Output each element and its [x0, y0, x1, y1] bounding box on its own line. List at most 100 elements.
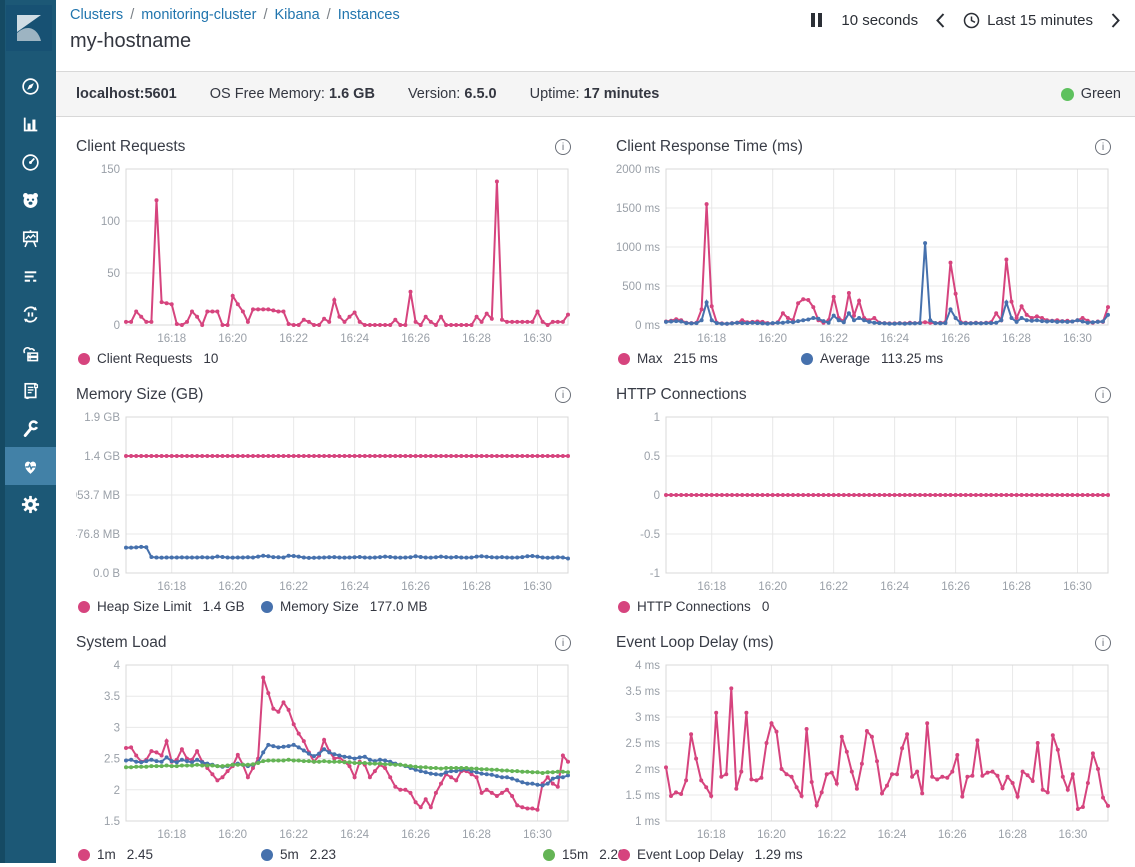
data-point	[221, 323, 225, 327]
sidebar-item-canvas[interactable]	[5, 219, 56, 257]
legend-item[interactable]: Memory Size177.0 MB	[261, 599, 428, 614]
data-point	[910, 775, 914, 779]
data-point	[414, 320, 418, 324]
data-point	[414, 800, 418, 804]
data-point	[144, 320, 148, 324]
data-point	[734, 787, 738, 791]
data-point	[292, 759, 296, 763]
info-icon[interactable]: i	[555, 635, 571, 651]
data-point	[312, 754, 316, 758]
data-point	[144, 765, 148, 769]
breadcrumb-instances[interactable]: Instances	[338, 7, 400, 23]
sidebar-item-visualize[interactable]	[5, 105, 56, 143]
data-point	[1025, 318, 1029, 322]
legend-item[interactable]: Heap Size Limit1.4 GB	[78, 599, 245, 614]
sidebar-item-discover[interactable]	[5, 67, 56, 105]
sidebar-item-dashboard[interactable]	[5, 143, 56, 181]
sidebar-item-infrastructure[interactable]	[5, 333, 56, 371]
sidebar-item-machine-learning[interactable]	[5, 181, 56, 219]
sidebar-item-dev-tools-logs[interactable]	[5, 371, 56, 409]
info-icon[interactable]: i	[1095, 139, 1111, 155]
legend-item[interactable]: 15m2.28	[543, 847, 626, 862]
data-point	[348, 315, 352, 319]
data-point	[409, 555, 413, 559]
x-axis-tick-label: 16:20	[758, 581, 787, 593]
data-point	[378, 323, 382, 327]
data-point	[195, 763, 199, 767]
legend-item[interactable]: 5m2.23	[261, 847, 336, 862]
data-point	[261, 454, 265, 458]
x-axis-tick-label: 16:28	[1002, 333, 1031, 345]
data-point	[343, 320, 347, 324]
chevron-left-icon[interactable]	[935, 12, 946, 29]
data-point	[796, 301, 800, 305]
kibana-logo[interactable]	[6, 5, 52, 51]
data-point	[796, 319, 800, 323]
data-point	[241, 454, 245, 458]
data-point	[875, 759, 879, 763]
sidebar-item-logs[interactable]	[5, 257, 56, 295]
data-point	[954, 292, 958, 296]
sidebar-item-monitoring[interactable]	[5, 447, 56, 485]
legend-item[interactable]: Event Loop Delay1.29 ms	[618, 847, 803, 862]
data-point	[1035, 314, 1039, 318]
x-axis-tick-label: 16:28	[462, 333, 491, 345]
refresh-interval-label[interactable]: 10 seconds	[841, 12, 918, 29]
data-point	[388, 323, 392, 327]
pause-button[interactable]	[809, 11, 825, 29]
legend-item[interactable]: Max215 ms	[618, 351, 718, 366]
legend-dot-icon	[261, 601, 273, 613]
data-point	[414, 765, 418, 769]
data-point	[129, 546, 133, 550]
data-point	[256, 454, 260, 458]
info-icon[interactable]: i	[1095, 635, 1111, 651]
data-point	[556, 785, 560, 789]
data-point	[383, 555, 387, 559]
data-point	[1050, 319, 1054, 323]
kibana-logo-icon	[11, 10, 47, 46]
data-point	[900, 746, 904, 750]
data-point	[832, 295, 836, 299]
info-icon[interactable]: i	[555, 387, 571, 403]
x-axis-tick-label: 16:22	[279, 333, 308, 345]
data-point	[241, 763, 245, 767]
breadcrumb-clusters[interactable]: Clusters	[70, 7, 123, 23]
data-point	[205, 556, 209, 560]
data-point	[541, 320, 545, 324]
x-axis-tick-label: 16:30	[523, 829, 552, 841]
data-point	[251, 556, 255, 560]
data-point	[795, 785, 799, 789]
data-point	[195, 749, 199, 753]
data-point	[368, 556, 372, 560]
data-point	[332, 454, 336, 458]
data-point	[195, 758, 199, 762]
data-point	[155, 764, 159, 768]
data-point	[409, 454, 413, 458]
data-point	[830, 771, 834, 775]
chevron-right-icon[interactable]	[1110, 12, 1121, 29]
legend-item[interactable]: 1m2.45	[78, 847, 153, 862]
legend-item[interactable]: Client Requests10	[78, 351, 218, 366]
chart-legend: Client Requests10	[76, 351, 571, 371]
breadcrumb-kibana[interactable]: Kibana	[275, 7, 320, 23]
time-range-picker[interactable]: Last 15 minutes	[963, 12, 1093, 29]
info-icon[interactable]: i	[555, 139, 571, 155]
sidebar-item-management[interactable]	[5, 485, 56, 523]
legend-item[interactable]: Average113.25 ms	[801, 351, 943, 366]
event-loop-delay-chart: 1 ms1.5 ms2 ms2.5 ms3 ms3.5 ms4 ms16:181…	[616, 658, 1111, 846]
data-point	[139, 315, 143, 319]
info-icon[interactable]: i	[1095, 387, 1111, 403]
sidebar-item-apm[interactable]	[5, 295, 56, 333]
sidebar-item-dev-tools[interactable]	[5, 409, 56, 447]
data-point	[895, 772, 899, 776]
data-point	[200, 323, 204, 327]
data-point	[170, 454, 174, 458]
data-point	[1015, 493, 1019, 497]
legend-item[interactable]: HTTP Connections0	[618, 599, 769, 614]
data-point	[439, 782, 443, 786]
data-point	[1004, 258, 1008, 262]
data-point	[1106, 305, 1110, 309]
chart-title: System Load	[76, 634, 166, 652]
data-point	[776, 493, 780, 497]
breadcrumb-cluster-name[interactable]: monitoring-cluster	[141, 7, 256, 23]
